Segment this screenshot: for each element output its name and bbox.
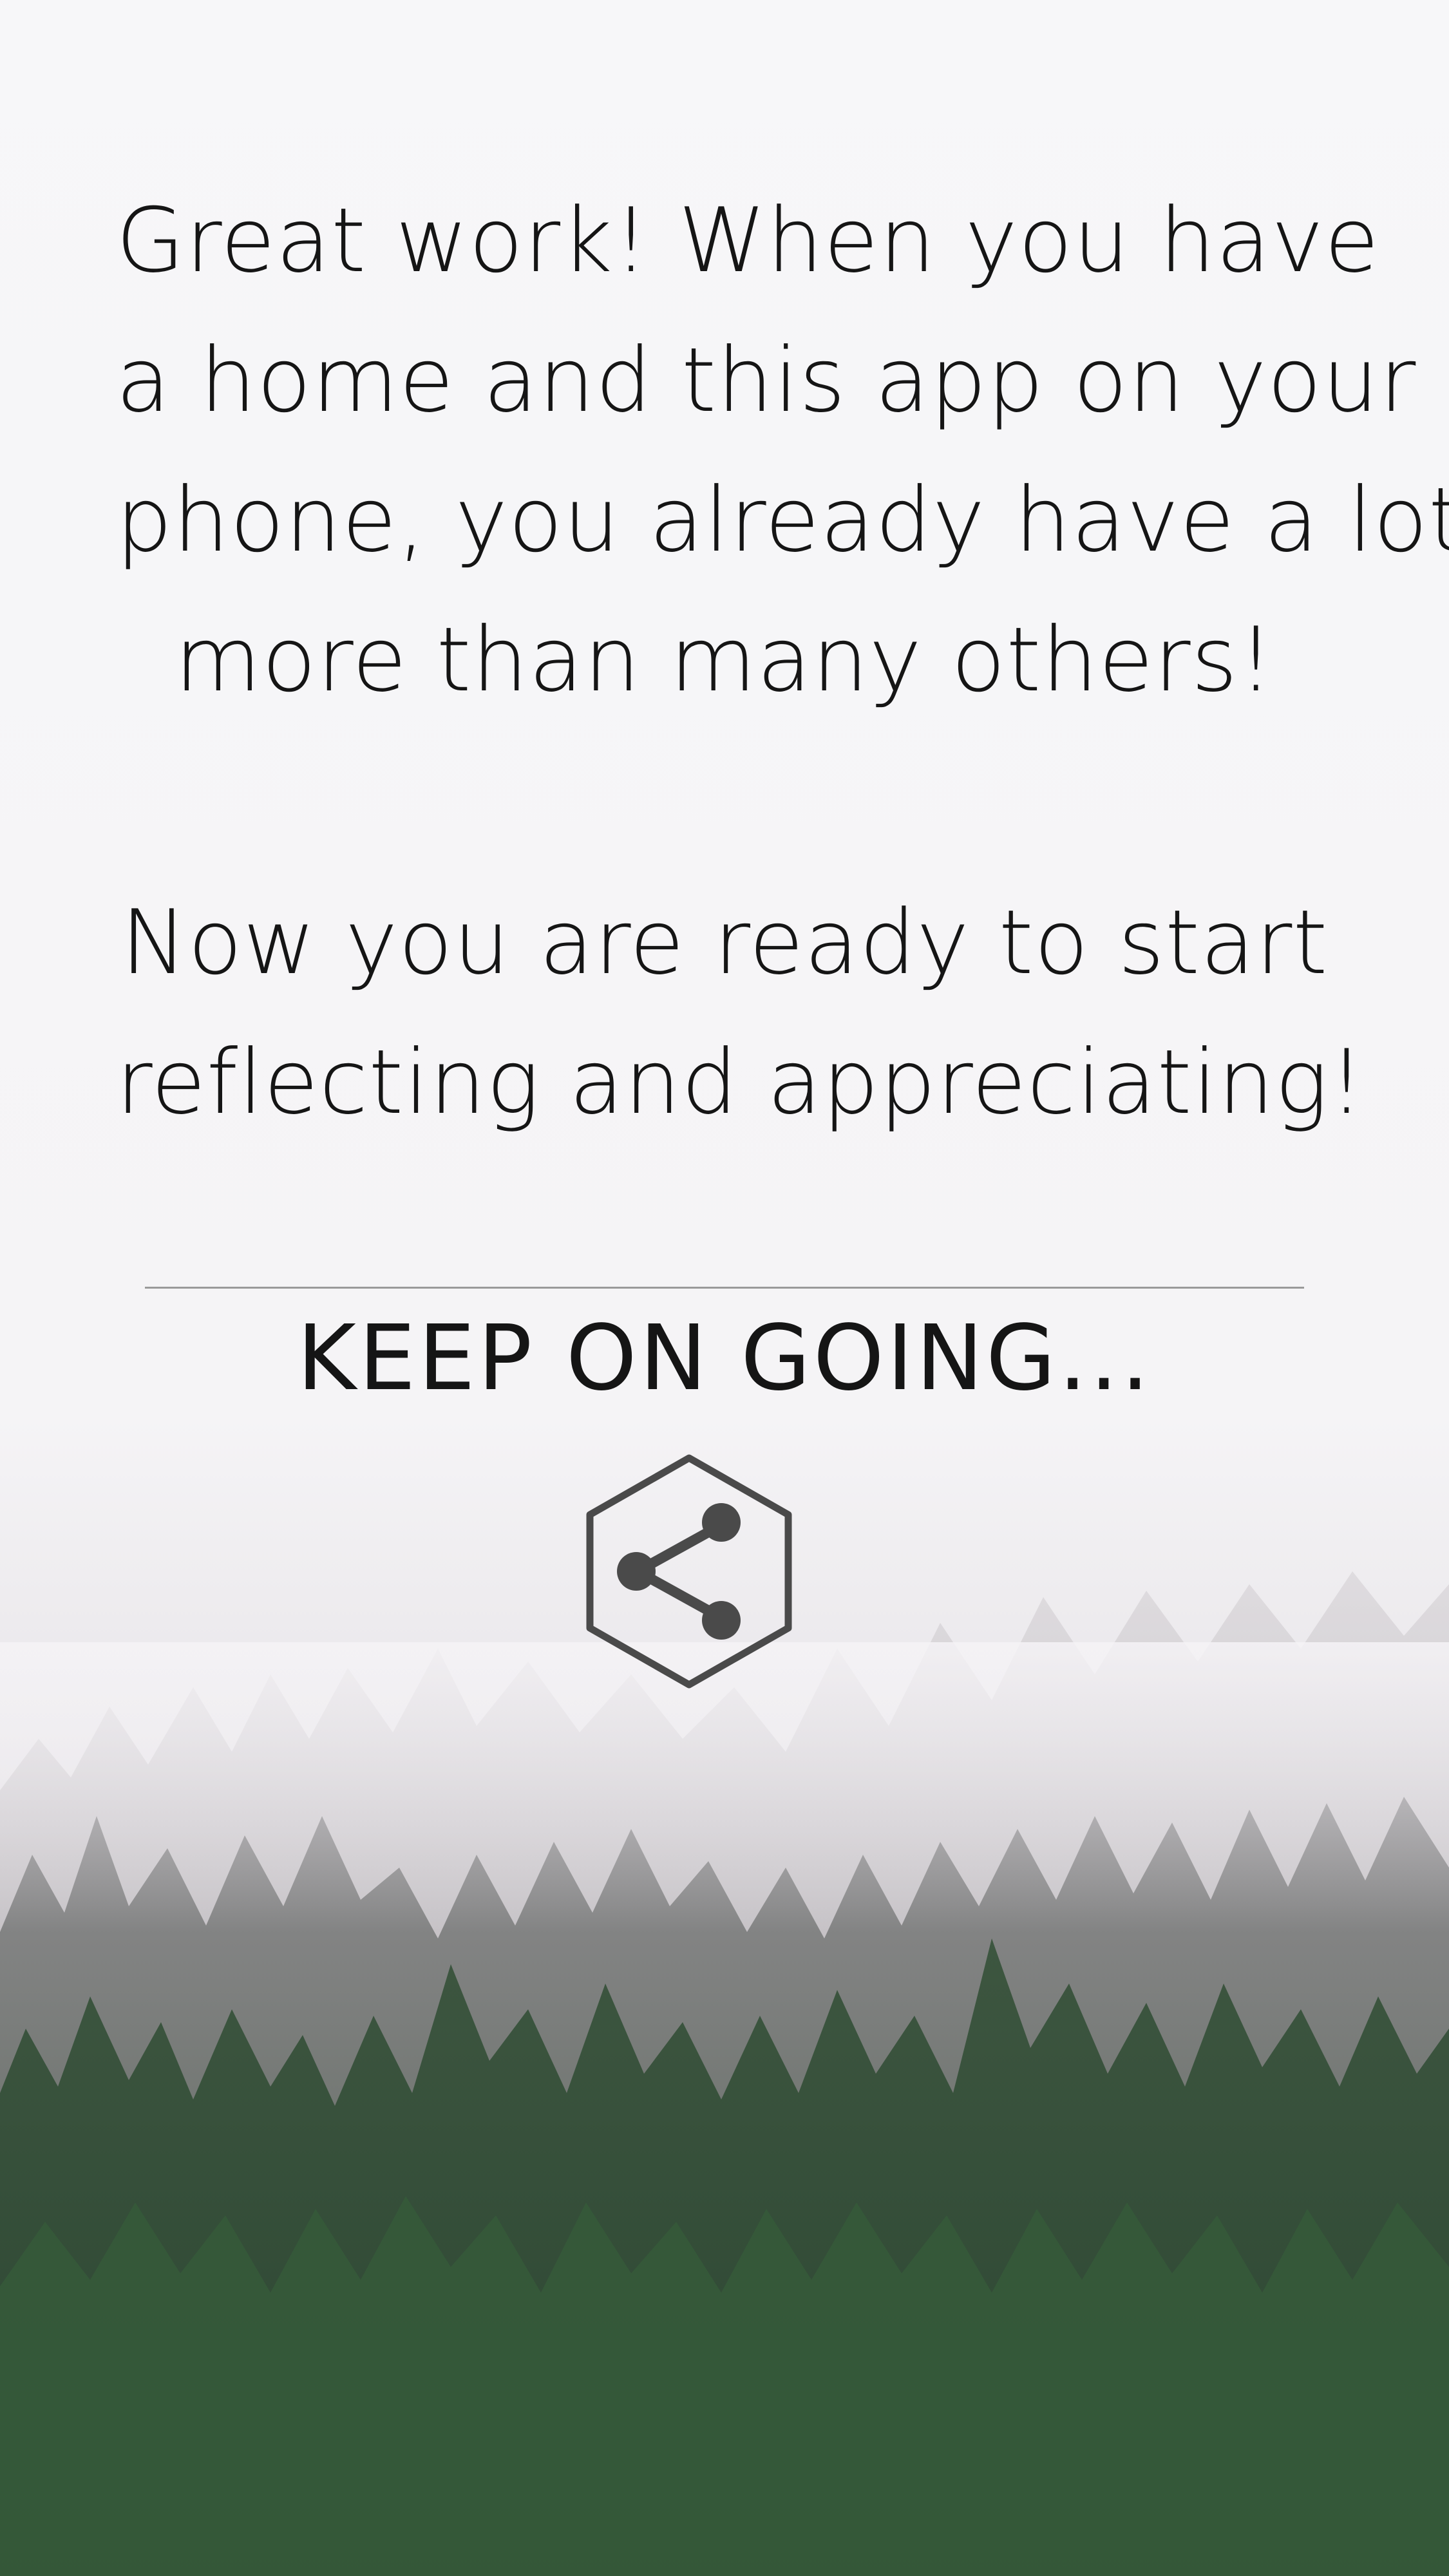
divider — [145, 1287, 1304, 1289]
ready-message: Now you are ready to start reflecting an… — [116, 873, 1365, 1152]
encouragement-message: Great work! When you have a home and thi… — [116, 171, 1449, 730]
message-line: Now you are ready to start — [120, 891, 1329, 994]
message-line: more than many others! — [175, 608, 1274, 712]
message-line: reflecting and appreciating! — [116, 1030, 1365, 1134]
keep-going-button[interactable]: KEEP ON GOING... — [145, 1294, 1304, 1423]
message-line: phone, you already have a lot — [116, 468, 1449, 572]
message-line: a home and this app on your — [116, 328, 1417, 432]
share-button[interactable] — [580, 1449, 799, 1694]
message-line: Great work! When you have — [116, 189, 1380, 292]
share-icon — [586, 1454, 792, 1689]
app-screen: Great work! When you have a home and thi… — [0, 0, 1449, 2576]
